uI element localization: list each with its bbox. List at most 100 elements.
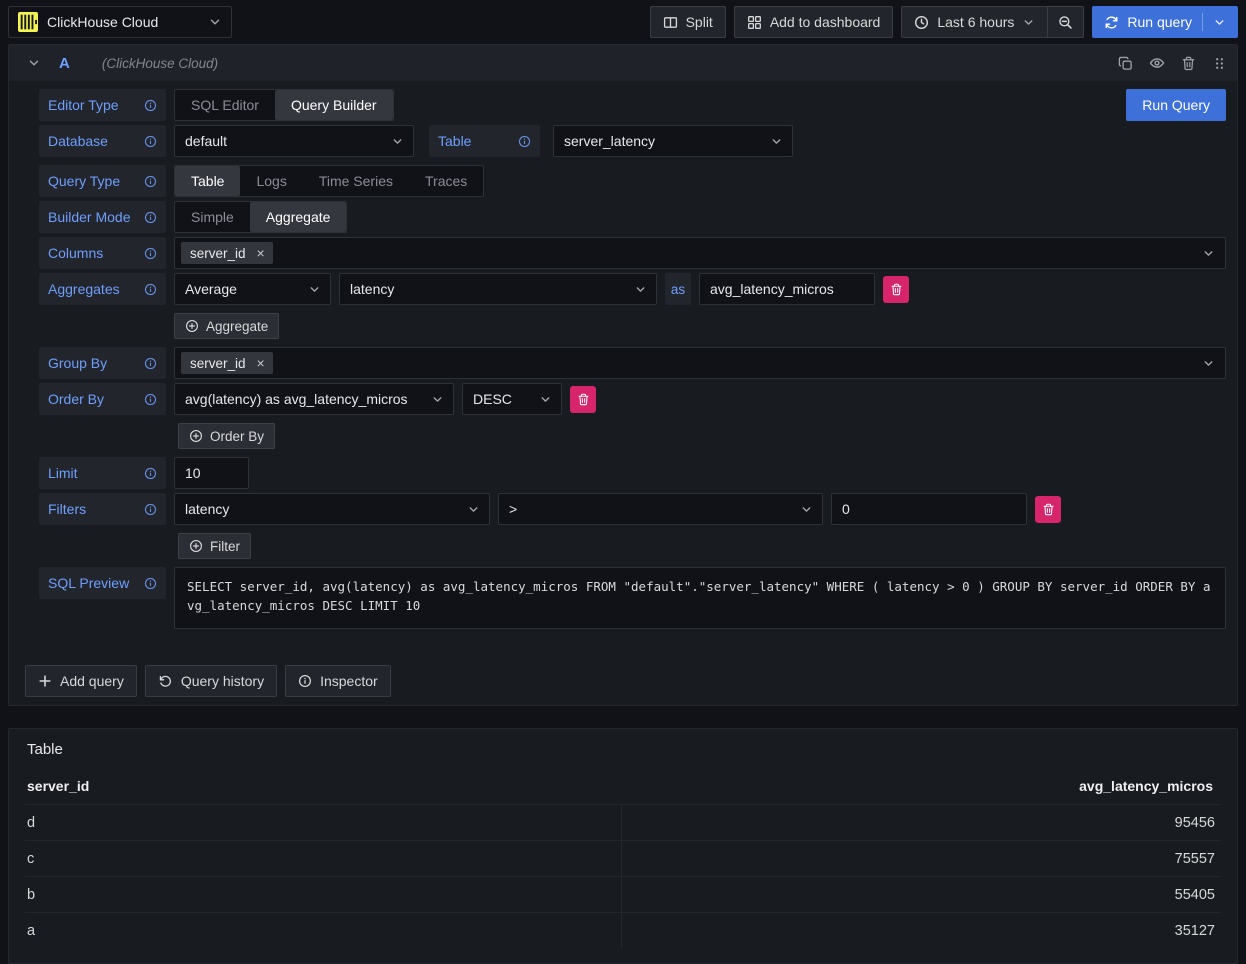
info-icon[interactable] — [144, 577, 157, 590]
query-editor-panel: A (ClickHouse Cloud) Editor Type — [8, 44, 1238, 706]
query-type-option-table[interactable]: Table — [175, 166, 240, 196]
add-filter-button[interactable]: Filter — [178, 533, 251, 559]
aggregate-function-select[interactable]: Average — [174, 273, 331, 305]
split-icon — [663, 15, 678, 30]
info-icon[interactable] — [144, 247, 157, 260]
cell-avg-latency: 95456 — [621, 805, 1222, 840]
plus-circle-icon — [189, 429, 203, 443]
zoom-out-time-button[interactable] — [1048, 6, 1084, 38]
collapse-chevron-icon[interactable] — [25, 54, 43, 72]
column-header-avg-latency-micros[interactable]: avg_latency_micros — [620, 778, 1219, 794]
sync-icon — [1104, 15, 1119, 30]
columns-tag-server-id: server_id × — [181, 242, 273, 264]
run-query-label: Run query — [1127, 14, 1192, 30]
order-by-direction-select[interactable]: DESC — [462, 383, 562, 415]
editor-type-option-query-builder[interactable]: Query Builder — [275, 90, 393, 120]
drag-handle-icon[interactable] — [1212, 56, 1227, 71]
columns-label: Columns — [39, 237, 166, 269]
remove-tag-icon[interactable]: × — [253, 356, 269, 370]
database-select[interactable]: default — [174, 125, 414, 157]
query-type-option-logs[interactable]: Logs — [240, 166, 302, 196]
results-table: server_id avg_latency_micros d 95456 c 7… — [25, 772, 1221, 948]
remove-order-by-trash-icon[interactable] — [570, 386, 596, 413]
info-icon[interactable] — [144, 393, 157, 406]
order-by-field-select[interactable]: avg(latency) as avg_latency_micros — [174, 383, 454, 415]
info-icon[interactable] — [144, 211, 157, 224]
clickhouse-logo-icon — [18, 12, 38, 32]
chevron-down-icon — [770, 135, 783, 148]
query-type-option-time-series[interactable]: Time Series — [303, 166, 409, 196]
apps-grid-icon — [747, 15, 762, 30]
delete-query-trash-icon[interactable] — [1181, 56, 1196, 71]
info-icon[interactable] — [144, 283, 157, 296]
sql-preview-text: SELECT server_id, avg(latency) as avg_la… — [174, 567, 1226, 629]
builder-mode-option-aggregate[interactable]: Aggregate — [250, 202, 347, 232]
query-type-option-traces[interactable]: Traces — [409, 166, 483, 196]
chevron-down-icon — [1202, 247, 1215, 260]
filter-operator-select[interactable]: > — [498, 493, 823, 525]
aggregate-alias-input[interactable] — [699, 273, 875, 305]
group-by-multiselect[interactable]: server_id × — [174, 347, 1226, 379]
limit-input[interactable] — [174, 457, 249, 489]
run-query-panel-button[interactable]: Run Query — [1126, 89, 1226, 121]
query-history-button[interactable]: Query history — [145, 665, 277, 697]
remove-aggregate-trash-icon[interactable] — [883, 276, 909, 303]
builder-mode-option-simple[interactable]: Simple — [175, 202, 250, 232]
panel-title: Table — [25, 739, 1221, 758]
add-order-by-button[interactable]: Order By — [178, 423, 275, 449]
add-query-button[interactable]: Add query — [25, 665, 137, 697]
time-range-label: Last 6 hours — [937, 14, 1014, 30]
editor-type-radio-group: SQL Editor Query Builder — [174, 89, 394, 121]
as-keyword-badge: as — [665, 273, 691, 305]
table-select[interactable]: server_latency — [553, 125, 793, 157]
datasource-name: ClickHouse Cloud — [47, 14, 199, 30]
remove-tag-icon[interactable]: × — [253, 246, 269, 260]
info-icon[interactable] — [144, 357, 157, 370]
query-row-header[interactable]: A (ClickHouse Cloud) — [9, 45, 1237, 81]
cell-server-id: b — [25, 877, 621, 912]
filters-label: Filters — [39, 493, 166, 525]
inspector-button[interactable]: Inspector — [285, 665, 391, 697]
table-row: d 95456 — [25, 804, 1221, 840]
filter-column-select[interactable]: latency — [174, 493, 490, 525]
info-icon[interactable] — [518, 135, 531, 148]
add-aggregate-button[interactable]: Aggregate — [174, 313, 279, 339]
aggregate-column-select[interactable]: latency — [339, 273, 657, 305]
info-icon[interactable] — [144, 503, 157, 516]
table-label: Table — [429, 125, 540, 157]
results-table-panel: Table server_id avg_latency_micros d 954… — [8, 728, 1238, 964]
info-icon[interactable] — [144, 467, 157, 480]
query-type-radio-group: Table Logs Time Series Traces — [174, 165, 484, 197]
editor-type-option-sql-editor[interactable]: SQL Editor — [175, 90, 275, 120]
split-button[interactable]: Split — [650, 6, 726, 38]
info-icon[interactable] — [144, 175, 157, 188]
hide-query-eye-icon[interactable] — [1149, 55, 1165, 71]
query-editor-footer: Add query Query history Inspector — [17, 637, 1237, 705]
chevron-down-icon — [800, 503, 813, 516]
run-query-button[interactable]: Run query — [1092, 6, 1238, 38]
info-icon[interactable] — [144, 99, 157, 112]
editor-type-label: Editor Type — [39, 89, 166, 121]
info-icon[interactable] — [144, 135, 157, 148]
datasource-picker[interactable]: ClickHouse Cloud — [8, 6, 232, 38]
query-datasource-hint: (ClickHouse Cloud) — [102, 56, 218, 71]
chevron-down-icon — [391, 135, 404, 148]
duplicate-query-icon[interactable] — [1118, 56, 1133, 71]
group-by-tag-server-id: server_id × — [181, 352, 273, 374]
time-range-button[interactable]: Last 6 hours — [901, 6, 1048, 38]
table-row: c 75557 — [25, 840, 1221, 876]
cell-avg-latency: 55405 — [621, 877, 1222, 912]
chevron-down-icon — [208, 15, 222, 29]
columns-multiselect[interactable]: server_id × — [174, 237, 1226, 269]
remove-filter-trash-icon[interactable] — [1035, 496, 1061, 523]
chevron-down-icon — [539, 393, 552, 406]
column-header-server-id[interactable]: server_id — [27, 778, 620, 794]
add-to-dashboard-button[interactable]: Add to dashboard — [734, 6, 894, 38]
cell-avg-latency: 75557 — [621, 841, 1222, 876]
cell-server-id: a — [25, 913, 621, 948]
query-ref-id: A — [59, 55, 70, 72]
filter-value-input[interactable] — [831, 493, 1027, 525]
plus-circle-icon — [185, 319, 199, 333]
chevron-down-icon[interactable] — [1213, 16, 1226, 29]
group-by-label: Group By — [39, 347, 166, 379]
